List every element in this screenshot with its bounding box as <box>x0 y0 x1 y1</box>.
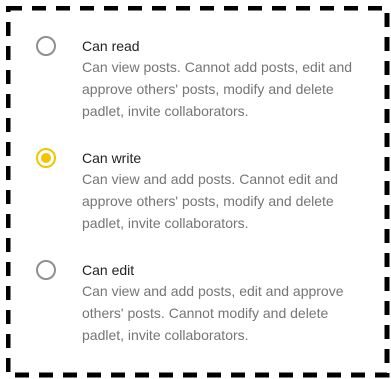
permission-option-can-write[interactable]: Can write Can view and add posts. Cannot… <box>36 148 376 234</box>
permission-option-description: Can view and add posts, edit and approve… <box>82 283 344 343</box>
permission-option-text: Can write Can view and add posts. Cannot… <box>82 148 372 234</box>
permission-option-text: Can read Can view posts. Cannot add post… <box>82 36 372 122</box>
permission-option-description: Can view and add posts. Cannot edit and … <box>82 171 339 231</box>
permission-option-title: Can write <box>82 150 142 166</box>
permission-option-can-edit[interactable]: Can edit Can view and add posts, edit an… <box>36 260 376 346</box>
radio-unselected-icon[interactable] <box>36 36 56 56</box>
radio-selected-icon[interactable] <box>36 148 56 168</box>
permission-option-can-read[interactable]: Can read Can view posts. Cannot add post… <box>36 36 376 122</box>
permission-option-title: Can edit <box>82 262 135 278</box>
permission-option-text: Can edit Can view and add posts, edit an… <box>82 260 372 346</box>
radio-unselected-icon[interactable] <box>36 260 56 280</box>
permission-option-description: Can view posts. Cannot add posts, edit a… <box>82 59 353 119</box>
permission-option-title: Can read <box>82 38 140 54</box>
